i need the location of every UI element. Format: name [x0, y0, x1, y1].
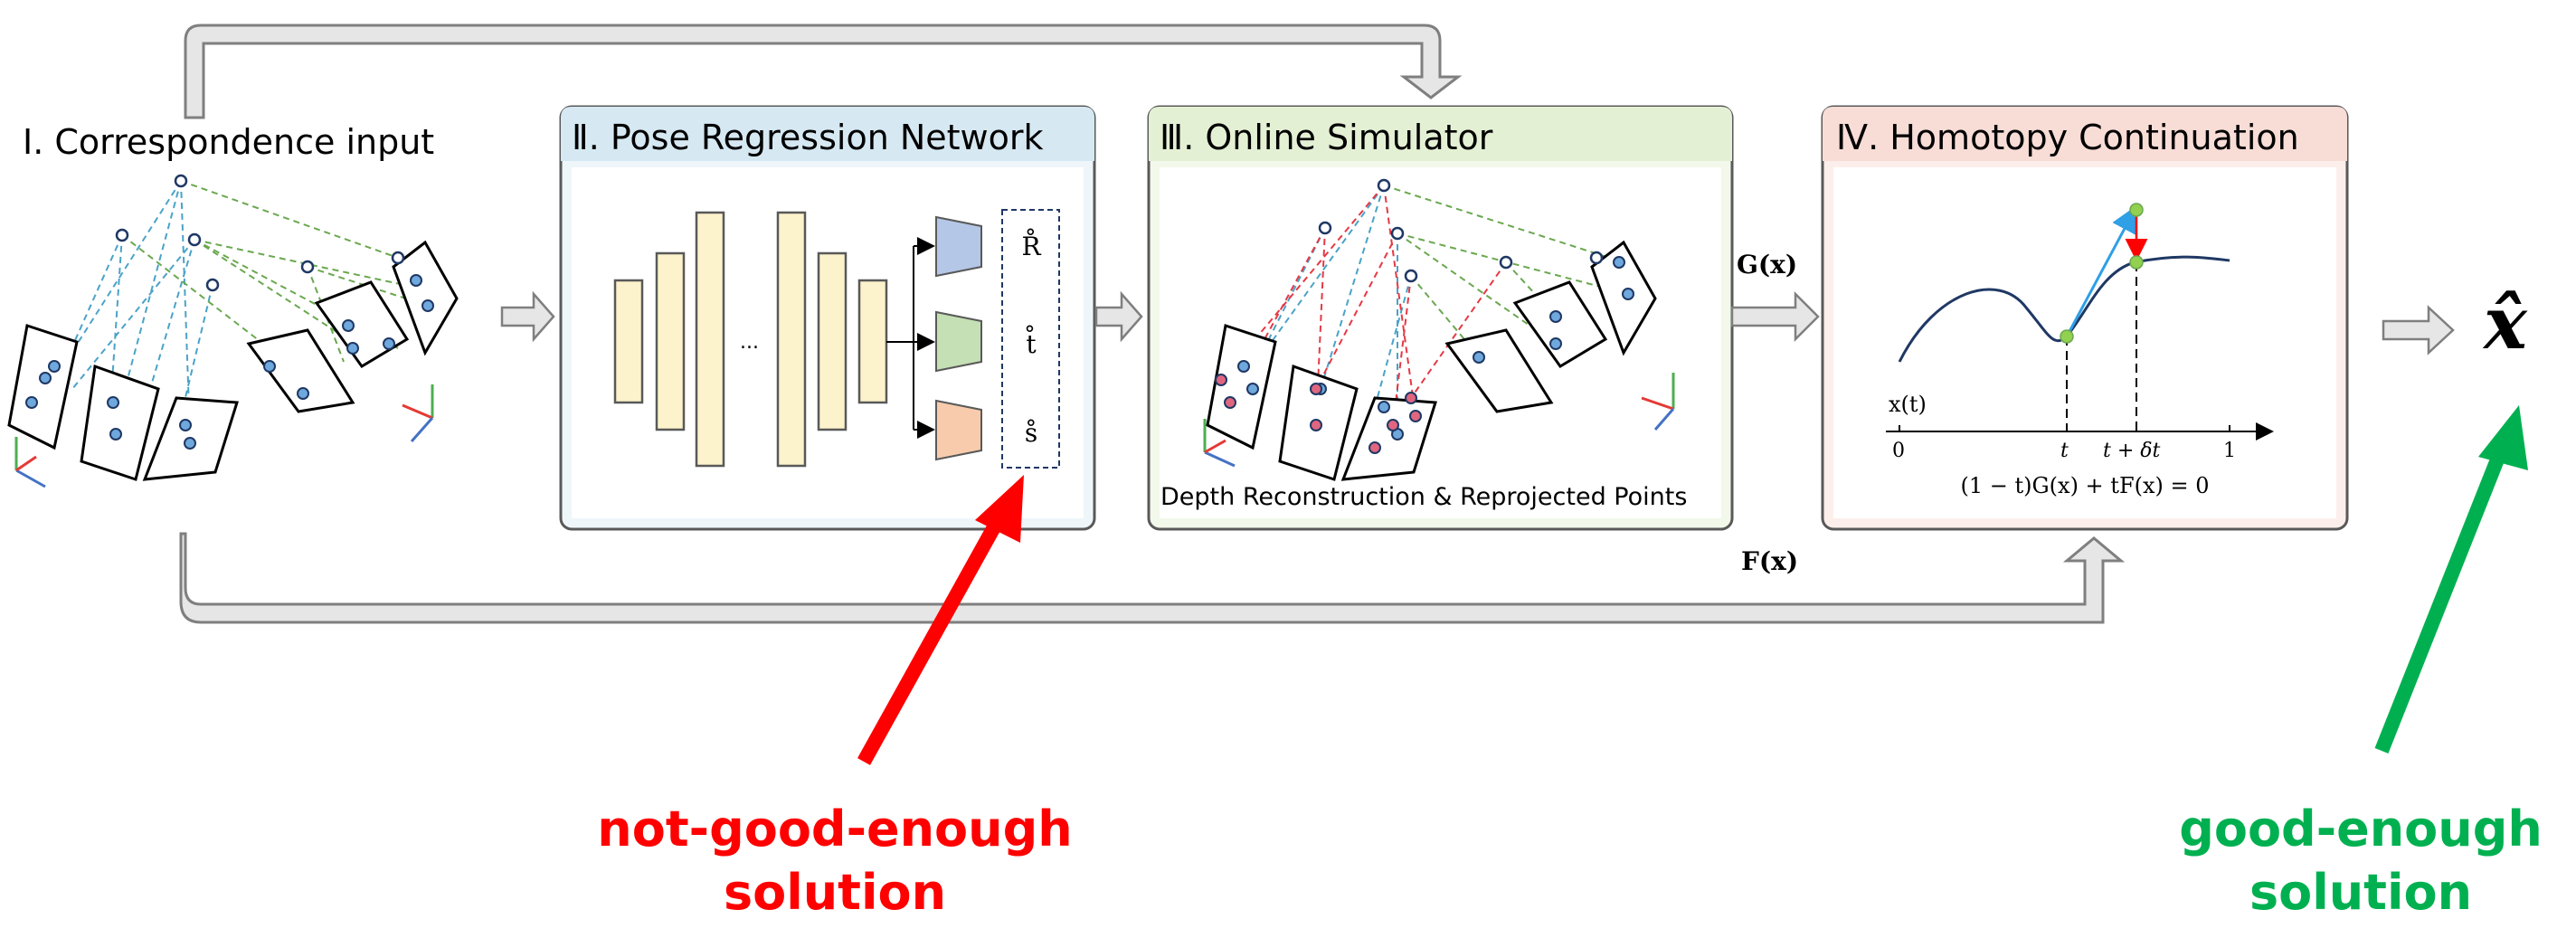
stage-2-title: Ⅱ. Pose Regression Network [572, 118, 1044, 157]
arrow-2-to-3 [1094, 290, 1143, 343]
stage-4-title: Ⅳ. Homotopy Continuation [1836, 118, 2299, 157]
stage-4-homotopy: Ⅳ. Homotopy Continuation x(t) 0 t t + δt… [1821, 105, 2349, 531]
tick-t-dt: t + δt [2103, 440, 2161, 462]
scale-head [935, 399, 982, 461]
g-label: G(x) [1737, 250, 1797, 280]
good-line-1: good-enough [2179, 801, 2543, 857]
rotation-head [935, 215, 982, 278]
bad-line-2: solution [724, 864, 946, 921]
bad-line-1: not-good-enough [597, 801, 1072, 857]
homotopy-equation: (1 − t)G(x) + tF(x) = 0 [1960, 473, 2209, 498]
curve-label: x(t) [1889, 392, 1927, 417]
red-pointer-arrow [857, 514, 1006, 765]
output-r: R̊ [1021, 228, 1041, 261]
method-diagram: Ⅰ. Correspondence input Ⅱ. Pose Regressi… [7, 24, 2543, 921]
arrow-3-to-4 [1730, 290, 1820, 343]
stage-2-pose-regression: Ⅱ. Pose Regression Network ... R̊ t̊ s̊ [559, 105, 1096, 531]
stage-3-caption: Depth Reconstruction & Reprojected Point… [1160, 483, 1687, 511]
translation-head [935, 310, 982, 373]
arrow-1-to-2 [500, 290, 555, 343]
tick-0: 0 [1892, 440, 1905, 462]
stage-3-title: Ⅲ. Online Simulator [1160, 118, 1493, 157]
good-line-2: solution [2249, 864, 2472, 921]
stage-1-title: Ⅰ. Correspondence input [23, 122, 434, 162]
arrow-4-to-result [2382, 305, 2455, 355]
result-symbol: x̂ [2482, 280, 2528, 365]
green-arrowhead [2478, 405, 2528, 470]
output-s: s̊ [1025, 418, 1037, 448]
layers-ellipsis: ... [740, 331, 759, 354]
bottom-loop-arrow [179, 532, 2126, 624]
tick-1: 1 [2223, 440, 2236, 462]
f-label: F(x) [1741, 546, 1798, 576]
top-loop-arrow [184, 24, 1463, 119]
tick-t: t [2060, 440, 2069, 462]
stage-1-correspondence: Ⅰ. Correspondence input [7, 122, 459, 488]
stage-3-online-simulator: Ⅲ. Online Simulator Depth Reconstruction… [1147, 105, 1734, 531]
output-t: t̊ [1026, 325, 1037, 359]
green-pointer-arrow [2374, 448, 2508, 753]
